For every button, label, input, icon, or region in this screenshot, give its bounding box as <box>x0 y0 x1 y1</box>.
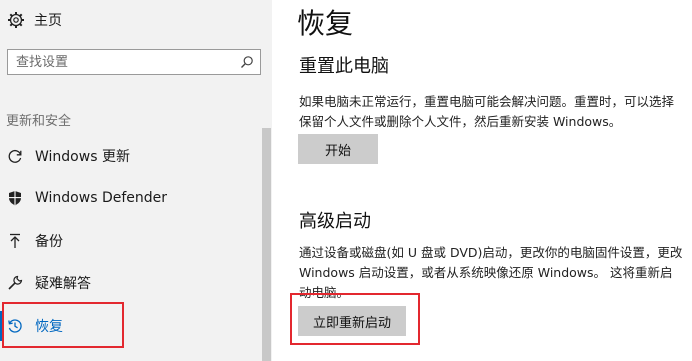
advanced-startup-title: 高级启动 <box>299 211 371 232</box>
reset-start-button[interactable]: 开始 <box>298 134 378 164</box>
search-box <box>7 49 261 75</box>
reset-pc-title: 重置此电脑 <box>299 56 389 77</box>
sidebar-item-windows-update[interactable]: Windows 更新 <box>0 139 262 173</box>
reset-pc-description: 如果电脑未正常运行，重置电脑可能会解决问题。重置时，可以选择保留个人文件或删除个… <box>299 94 675 129</box>
wrench-icon <box>7 275 23 291</box>
recovery-page: 恢复 重置此电脑 如果电脑未正常运行，重置电脑可能会解决问题。重置时，可以选择保… <box>272 0 692 361</box>
gear-icon <box>7 11 25 29</box>
sidebar-item-windows-defender[interactable]: Windows Defender <box>0 181 262 215</box>
sidebar-item-label: 疑难解答 <box>35 276 91 292</box>
sidebar-item-troubleshoot[interactable]: 疑难解答 <box>0 266 262 300</box>
sidebar-home-label: 主页 <box>34 13 62 29</box>
sidebar-home[interactable]: 主页 <box>7 10 62 30</box>
sidebar-item-label: 恢复 <box>35 319 63 335</box>
settings-sidebar: 主页 更新和安全 Windows 更新 Wi <box>0 0 272 361</box>
shield-icon <box>7 190 23 206</box>
section-label-update-security: 更新和安全 <box>6 114 72 129</box>
search-icon[interactable] <box>234 50 260 74</box>
sidebar-scrollbar[interactable] <box>262 128 271 361</box>
sidebar-item-label: Windows Defender <box>35 190 168 206</box>
restart-now-button[interactable]: 立即重新启动 <box>298 306 406 336</box>
sidebar-item-label: Windows 更新 <box>35 149 130 165</box>
sidebar-item-label: 备份 <box>35 234 63 250</box>
sidebar-item-recovery[interactable]: 恢复 <box>0 309 262 343</box>
advanced-startup-description: 通过设备或磁盘(如 U 盘或 DVD)启动，更改你的电脑固件设置，更改 Wind… <box>299 245 683 300</box>
refresh-icon <box>7 148 23 164</box>
search-input[interactable] <box>8 51 234 73</box>
page-title: 恢复 <box>297 7 354 40</box>
backup-arrow-icon <box>7 233 23 249</box>
sidebar-item-backup[interactable]: 备份 <box>0 224 262 258</box>
history-icon <box>7 318 23 334</box>
